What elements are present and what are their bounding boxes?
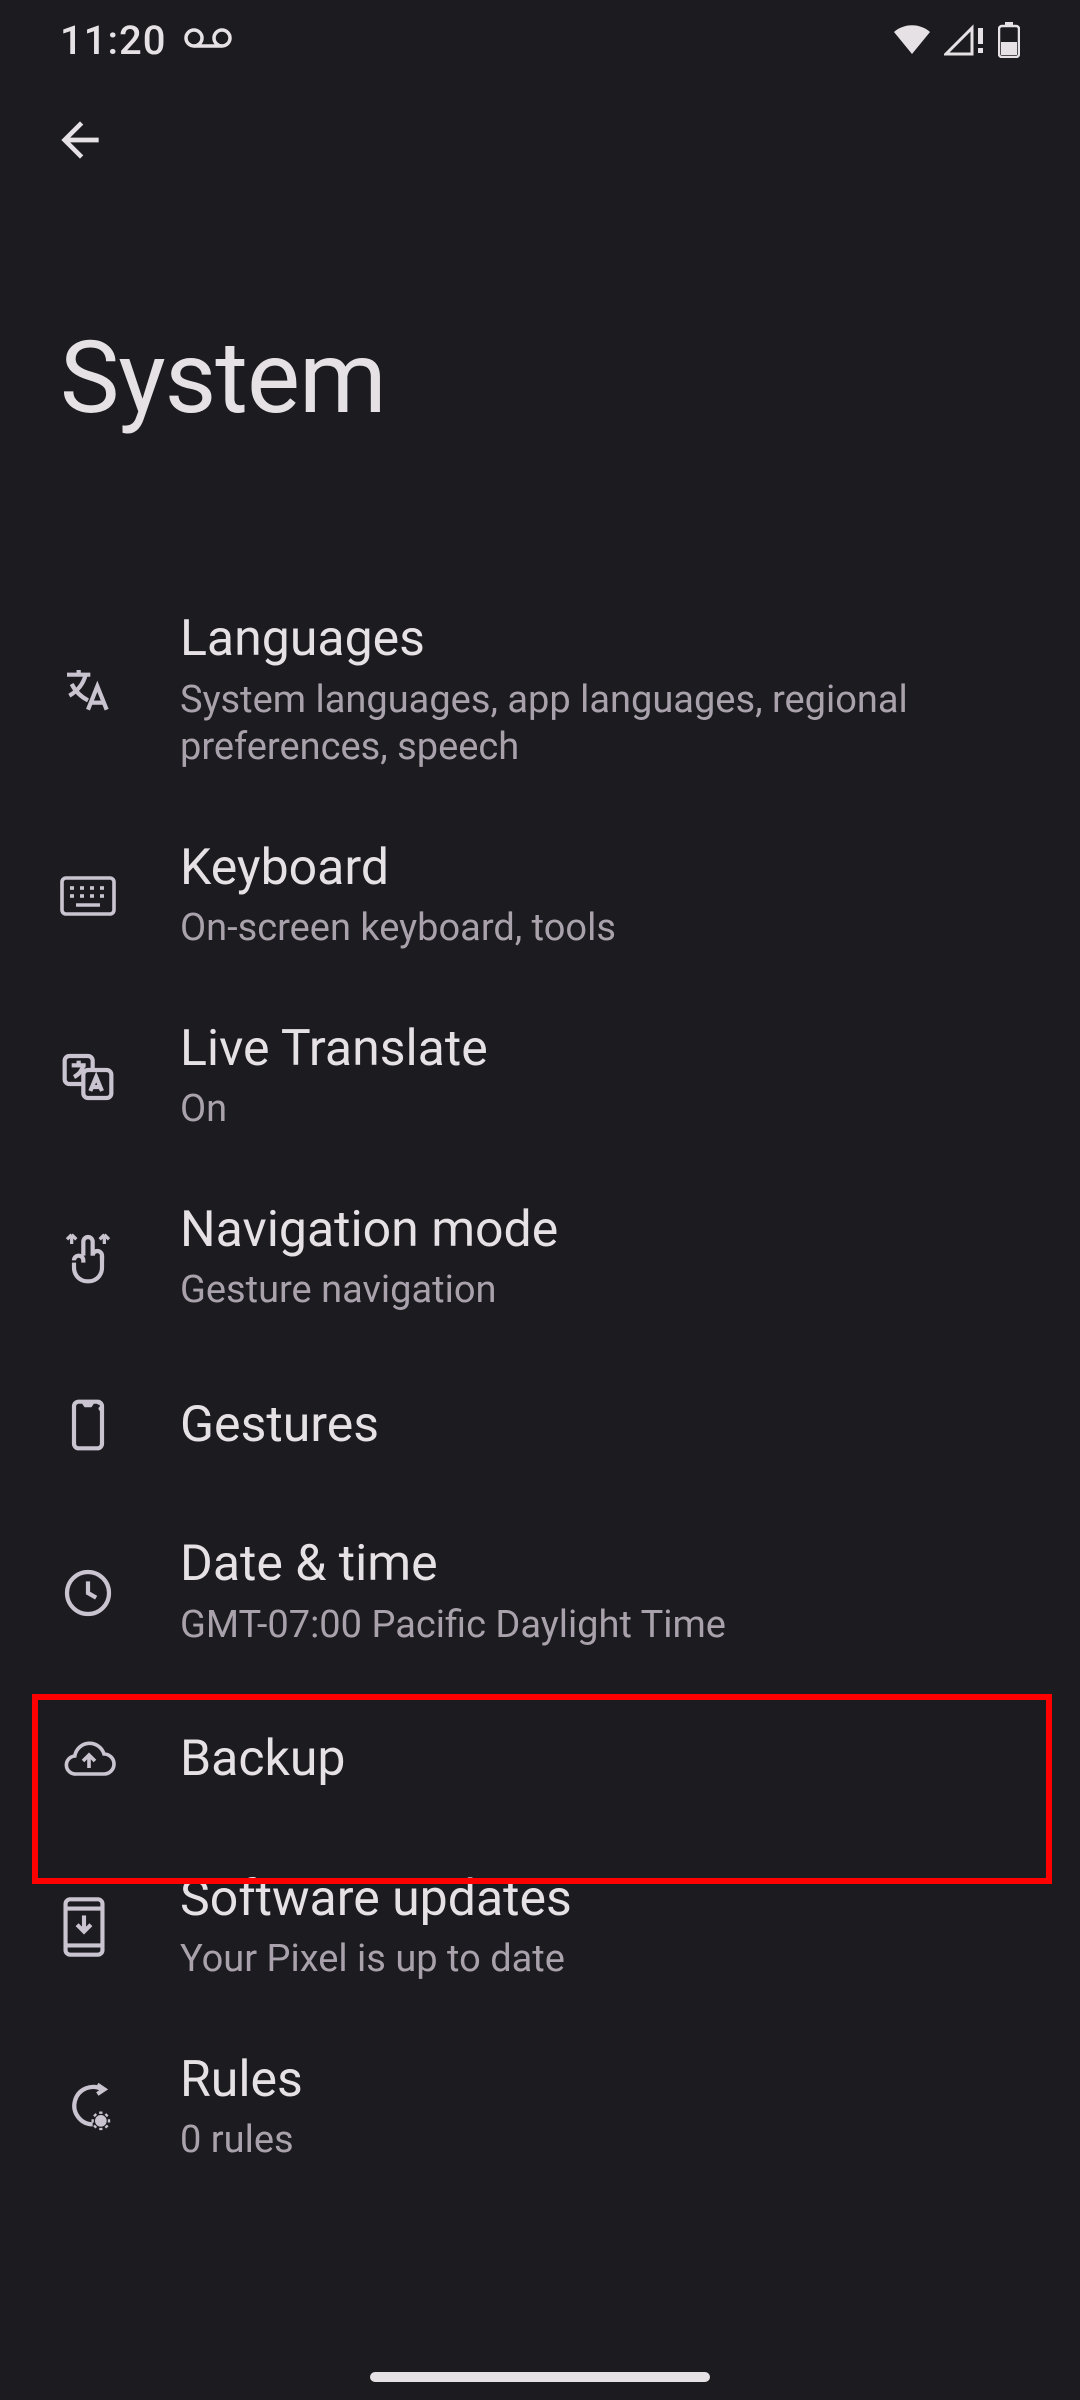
- gesture-nav-pill[interactable]: [370, 2372, 710, 2382]
- item-languages[interactable]: Languages System languages, app language…: [0, 577, 1080, 806]
- clock-icon: [60, 1565, 116, 1621]
- item-title: Date & time: [180, 1536, 1040, 1594]
- arrow-back-icon: [52, 112, 108, 168]
- signal-alert-icon: [944, 24, 986, 56]
- item-title: Rules: [180, 2052, 1040, 2110]
- rules-icon: [60, 2080, 116, 2136]
- item-title: Backup: [180, 1717, 1040, 1803]
- status-left: 11:20: [60, 17, 232, 64]
- item-subtitle: 0 rules: [180, 2117, 1040, 2165]
- item-subtitle: Your Pixel is up to date: [180, 1936, 1040, 1984]
- item-subtitle: On: [180, 1086, 1040, 1134]
- item-backup[interactable]: Backup: [0, 1683, 1080, 1837]
- item-software-updates[interactable]: Software updates Your Pixel is up to dat…: [0, 1837, 1080, 2018]
- item-subtitle: Gesture navigation: [180, 1267, 1040, 1315]
- item-title: Live Translate: [180, 1021, 1040, 1079]
- phone-update-icon: [60, 1897, 108, 1957]
- page-title: System: [0, 200, 1080, 437]
- swipe-icon: [60, 1230, 116, 1286]
- item-gestures[interactable]: Gestures: [0, 1349, 1080, 1503]
- item-navigation-mode[interactable]: Navigation mode Gesture navigation: [0, 1168, 1080, 1349]
- item-subtitle: On-screen keyboard, tools: [180, 905, 1040, 953]
- screen: 11:20: [0, 0, 1080, 2400]
- gestures-icon: [60, 1397, 116, 1453]
- status-time: 11:20: [60, 17, 166, 64]
- item-title: Software updates: [180, 1871, 1040, 1929]
- item-rules[interactable]: Rules 0 rules: [0, 2018, 1080, 2199]
- back-button[interactable]: [40, 100, 120, 180]
- item-subtitle: System languages, app languages, regiona…: [180, 677, 1040, 772]
- voicemail-icon: [184, 26, 232, 54]
- live-translate-icon: [60, 1049, 116, 1105]
- item-title: Languages: [180, 611, 1040, 669]
- item-subtitle: GMT-07:00 Pacific Daylight Time: [180, 1602, 1040, 1650]
- battery-icon: [998, 22, 1020, 58]
- item-date-time[interactable]: Date & time GMT-07:00 Pacific Daylight T…: [0, 1502, 1080, 1683]
- item-title: Gestures: [180, 1383, 1040, 1469]
- app-bar: [0, 80, 1080, 200]
- cloud-upload-icon: [60, 1738, 118, 1782]
- status-right: [892, 22, 1020, 58]
- translate-icon: [60, 663, 116, 719]
- item-live-translate[interactable]: Live Translate On: [0, 987, 1080, 1168]
- item-keyboard[interactable]: Keyboard On-screen keyboard, tools: [0, 806, 1080, 987]
- item-title: Navigation mode: [180, 1202, 1040, 1260]
- item-title: Keyboard: [180, 840, 1040, 898]
- wifi-icon: [892, 24, 932, 56]
- keyboard-icon: [60, 876, 116, 916]
- status-bar: 11:20: [0, 0, 1080, 80]
- settings-list: Languages System languages, app language…: [0, 437, 1080, 2199]
